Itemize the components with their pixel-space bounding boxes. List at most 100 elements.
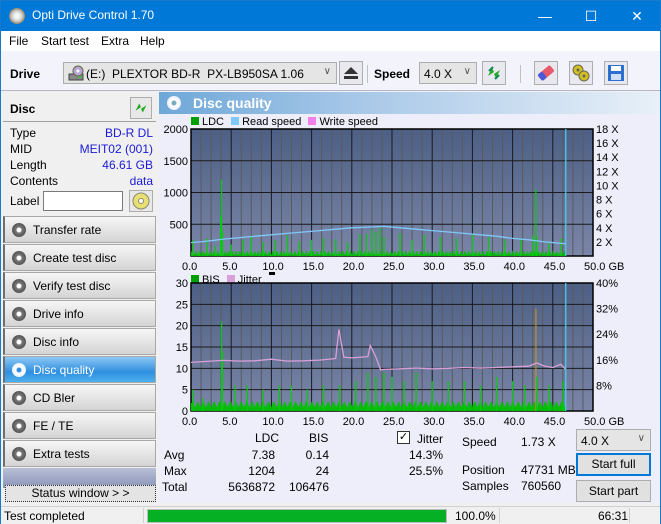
disc-refresh-button[interactable] xyxy=(130,97,152,119)
nav-verify-test-disc[interactable]: Verify test disc xyxy=(3,272,156,299)
x-tick-label: 20.0 xyxy=(343,416,364,428)
drive-info-icon xyxy=(12,307,26,321)
menu-start-test[interactable]: Start test xyxy=(41,34,89,48)
settings-button[interactable] xyxy=(569,61,593,85)
ldc-chart: 500 1000 1500 2000 2 X 4 X 6 X 8 X 10 X 12 X 14 X 1… xyxy=(164,124,625,271)
x-tick-label: 35.0 xyxy=(463,261,484,271)
speed-label: Speed xyxy=(374,67,411,81)
y2-tick-label: 6 X xyxy=(596,209,613,221)
menu-help[interactable]: Help xyxy=(140,34,165,48)
refresh-icon xyxy=(488,66,500,80)
start-full-button[interactable]: Start full xyxy=(576,453,651,476)
disc-icon xyxy=(132,192,150,210)
x-tick-label: 25.0 xyxy=(383,261,404,271)
verify-disc-icon xyxy=(12,279,26,293)
x-tick-label: 15.0 xyxy=(303,261,324,271)
y2-tick-label: 10 X xyxy=(596,180,619,192)
x-tick-label: 40.0 xyxy=(504,416,525,428)
stats-header-ldc: LDC xyxy=(255,431,280,445)
y-tick-label: 500 xyxy=(170,219,188,231)
create-disc-icon xyxy=(12,251,26,265)
stats-total-label: Total xyxy=(162,480,188,494)
nav-disc-quality[interactable]: Disc quality xyxy=(3,356,156,383)
x-tick-label: 10.0 xyxy=(262,416,283,428)
refresh-icon xyxy=(135,103,147,113)
erase-button[interactable] xyxy=(534,61,558,85)
disc-quality-panel: Disc quality LDC Read speed Write speed … xyxy=(159,92,660,503)
position-label: Position xyxy=(462,463,505,477)
start-part-button[interactable]: Start part xyxy=(576,480,651,502)
max-jitter-value: 25.5% xyxy=(408,464,443,478)
bis-jitter-chart: 5101520253008%16%24%32%40%0.0 5.0 10.0 15.0… xyxy=(176,278,625,428)
eject-button[interactable] xyxy=(339,61,363,85)
x-tick-label: 5.0 xyxy=(222,261,237,271)
x-tick-label: 30.0 xyxy=(423,416,444,428)
max-ldc-value: 1204 xyxy=(248,464,275,478)
speed-select[interactable]: 4.0 X ∨ xyxy=(419,62,477,84)
close-button[interactable]: ✕ xyxy=(614,1,660,31)
extra-tests-icon xyxy=(12,447,26,461)
disc-label-button[interactable] xyxy=(129,190,153,212)
maximize-button[interactable]: ☐ xyxy=(568,1,614,31)
speed-value: 1.73 X xyxy=(521,435,556,449)
x-tick-label: 35.0 xyxy=(463,416,484,428)
max-bis-value: 24 xyxy=(315,464,329,478)
disc-label-input[interactable] xyxy=(43,191,123,211)
nav-create-test-disc[interactable]: Create test disc xyxy=(3,244,156,271)
x-tick-label: 0.0 xyxy=(182,416,197,428)
save-icon xyxy=(608,65,624,81)
jitter-checkbox[interactable]: ✓ xyxy=(397,431,410,444)
jitter-label: Jitter xyxy=(417,432,444,446)
x-tick-label: 45.0 xyxy=(544,416,565,428)
test-speed-select[interactable]: 4.0 X ∨ xyxy=(576,429,651,451)
y2-tick-label: 12 X xyxy=(596,166,619,178)
disc-header: Disc xyxy=(3,94,156,122)
y2-tick-label: 18 X xyxy=(596,124,619,136)
menu-extra[interactable]: Extra xyxy=(101,34,129,48)
disc-quality-icon xyxy=(12,363,26,377)
y2-tick-label: 8 X xyxy=(596,195,613,207)
disc-info-icon xyxy=(12,335,26,349)
stats-header-bis: BIS xyxy=(309,431,329,445)
left-panel: Disc Type BD-R DL MID MEIT02 (001) Length 4… xyxy=(1,92,158,503)
y-tick-label: 25 xyxy=(176,299,188,311)
nav-drive-info[interactable]: Drive info xyxy=(3,300,156,327)
menu-file[interactable]: File xyxy=(9,34,28,48)
avg-bis-value: 0.14 xyxy=(305,448,329,462)
x-tick-label: 25.0 xyxy=(383,416,404,428)
chevron-down-icon: ∨ xyxy=(637,433,645,444)
drive-select[interactable]: (E:) PLEXTOR BD-R PX-LB950SA 1.06 ∨ xyxy=(63,62,337,84)
chevron-down-icon: ∨ xyxy=(463,66,471,77)
app-disc-icon xyxy=(9,8,25,24)
total-bis-value: 106476 xyxy=(288,480,329,494)
nav-fe-te[interactable]: FE / TE xyxy=(3,412,156,439)
status-window-button[interactable]: Status window > > xyxy=(5,485,156,502)
settings-icon xyxy=(572,64,590,82)
disc-mid-row: MID MEIT02 (001) xyxy=(10,142,153,156)
avg-jitter-value: 14.3% xyxy=(408,448,443,462)
menu-bar: File Start test Extra Help xyxy=(1,31,660,51)
stats-avg-label: Avg xyxy=(164,448,185,462)
minimize-button[interactable]: — xyxy=(522,1,568,31)
x-tick-label: 20.0 xyxy=(343,261,364,271)
panel-header: Disc quality xyxy=(159,92,660,114)
y2-tick-label: 16 X xyxy=(596,138,619,150)
disc-heading: Disc xyxy=(10,102,36,116)
samples-label: Samples xyxy=(462,479,509,493)
refresh-button[interactable] xyxy=(482,61,506,85)
position-value: 47731 MB xyxy=(521,463,576,477)
samples-value: 760560 xyxy=(521,479,562,493)
progress-percent: 100.0% xyxy=(455,509,496,523)
drive-label: Drive xyxy=(10,67,41,81)
save-button[interactable] xyxy=(604,61,628,85)
nav-disc-info[interactable]: Disc info xyxy=(3,328,156,355)
chevron-down-icon: ∨ xyxy=(323,66,331,77)
nav-cd-bler[interactable]: CD Bler xyxy=(3,384,156,411)
y2-tick-label: 32% xyxy=(596,304,618,316)
disc-contents-row: Contents data xyxy=(10,174,153,188)
nav-extra-tests[interactable]: Extra tests xyxy=(3,440,156,467)
legend-marker xyxy=(268,272,275,275)
nav-transfer-rate[interactable]: Transfer rate xyxy=(3,216,156,243)
disc-length-row: Length 46.61 GB xyxy=(10,158,153,172)
window-title: Opti Drive Control 1.70 xyxy=(32,8,155,22)
